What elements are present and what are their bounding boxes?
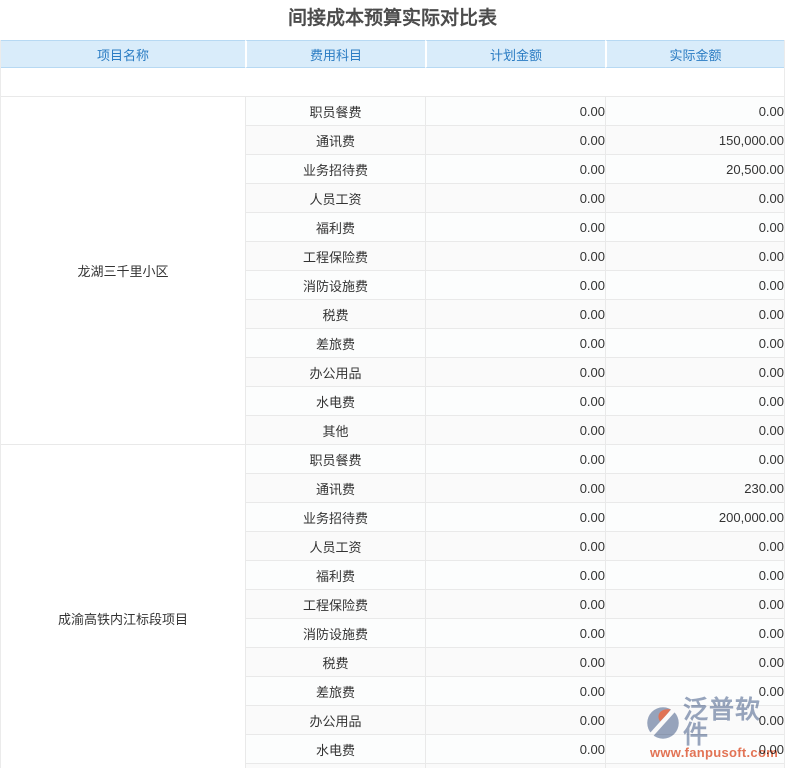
expense-category-cell: 职员餐费 (245, 445, 425, 474)
planned-amount-cell: 0.00 (425, 126, 605, 155)
actual-amount-cell: 0.00 (605, 706, 784, 735)
actual-amount-cell: 0.00 (605, 445, 784, 474)
planned-amount-cell: 0.00 (425, 590, 605, 619)
actual-amount-cell: 0.00 (605, 735, 784, 764)
planned-amount-cell: 0.00 (425, 416, 605, 445)
actual-amount-cell: 0.00 (605, 619, 784, 648)
planned-amount-cell: 0.00 (425, 242, 605, 271)
expense-category-cell: 消防设施费 (245, 271, 425, 300)
expense-category-cell: 水电费 (245, 387, 425, 416)
actual-amount-cell: 0.00 (605, 648, 784, 677)
actual-amount-cell: 0.00 (605, 329, 784, 358)
planned-amount-cell: 0.00 (425, 329, 605, 358)
table-row: 龙湖三千里小区 职员餐费 0.00 0.00 (1, 97, 784, 445)
expense-category-cell: 福利费 (245, 213, 425, 242)
expense-category-cell: 税费 (245, 300, 425, 329)
expense-category-cell: 水电费 (245, 735, 425, 764)
page-title: 间接成本预算实际对比表 (287, 8, 497, 29)
actual-amount-cell: 0.00 (605, 561, 784, 590)
expense-category-cell: 办公用品 (245, 706, 425, 735)
planned-amount-cell: 0.00 (425, 213, 605, 242)
planned-amount-cell: 0.00 (425, 532, 605, 561)
planned-amount-cell: 0.00 (425, 474, 605, 503)
planned-amount-cell: 0.00 (425, 358, 605, 387)
expense-category-cell: 办公用品 (245, 358, 425, 387)
planned-amount-cell: 0.00 (425, 561, 605, 590)
planned-amount-cell: 0.00 (425, 764, 605, 768)
column-header-planned-amount: 计划金额 (425, 40, 605, 68)
expense-category-cell: 其他 (245, 416, 425, 445)
column-header-expense-category: 费用科目 (245, 40, 425, 68)
expense-category-cell: 通讯费 (245, 474, 425, 503)
column-header-actual-amount: 实际金额 (605, 40, 784, 68)
expense-category-cell: 人员工资 (245, 184, 425, 213)
report-page: 间接成本预算实际对比表 项目名称 费用科目 计划金额 实际金额 龙湖三千里小区职… (0, 0, 785, 768)
actual-amount-cell: 0.00 (605, 677, 784, 706)
planned-amount-cell: 0.00 (425, 97, 605, 126)
planned-amount-cell: 0.00 (425, 271, 605, 300)
actual-amount-cell: 0.00 (605, 416, 784, 445)
actual-amount-cell: 0.00 (605, 184, 784, 213)
actual-amount-cell: 0.00 (605, 97, 784, 126)
planned-amount-cell: 0.00 (425, 735, 605, 764)
actual-amount-cell: 0.00 (605, 242, 784, 271)
header-body-gap (1, 68, 784, 97)
expense-category-cell: 工程保险费 (245, 242, 425, 271)
actual-amount-cell: 0.00 (605, 358, 784, 387)
actual-amount-cell: 200,000.00 (605, 503, 784, 532)
planned-amount-cell: 0.00 (425, 677, 605, 706)
project-name-link[interactable]: 龙湖三千里小区 (1, 97, 245, 445)
planned-amount-cell: 0.00 (425, 648, 605, 677)
actual-amount-cell: 230.00 (605, 474, 784, 503)
planned-amount-cell: 0.00 (425, 619, 605, 648)
planned-amount-cell: 0.00 (425, 184, 605, 213)
expense-category-cell: 差旅费 (245, 677, 425, 706)
expense-category-cell: 差旅费 (245, 329, 425, 358)
expense-category-cell: 消防设施费 (245, 619, 425, 648)
expense-category-cell: 工程保险费 (245, 590, 425, 619)
table-row: 成渝高铁内江标段项目 职员餐费 0.00 0.00 (1, 445, 784, 768)
comparison-table: 项目名称 费用科目 计划金额 实际金额 龙湖三千里小区 职员餐费 0.00 0.00 通… (0, 40, 785, 768)
actual-amount-cell: 0.00 (605, 590, 784, 619)
expense-category-cell: 业务招待费 (245, 155, 425, 184)
expense-category-cell: 职员餐费 (245, 97, 425, 126)
table-header: 项目名称 费用科目 计划金额 实际金额 (1, 40, 784, 68)
expense-category-cell: 其他 (245, 764, 425, 768)
actual-amount-cell: 0.00 (605, 764, 784, 768)
planned-amount-cell: 0.00 (425, 155, 605, 184)
column-header-project-name: 项目名称 (1, 40, 245, 68)
expense-category-cell: 人员工资 (245, 532, 425, 561)
actual-amount-cell: 20,500.00 (605, 155, 784, 184)
actual-amount-cell: 0.00 (605, 271, 784, 300)
planned-amount-cell: 0.00 (425, 445, 605, 474)
expense-category-cell: 通讯费 (245, 126, 425, 155)
actual-amount-cell: 0.00 (605, 300, 784, 329)
planned-amount-cell: 0.00 (425, 706, 605, 735)
expense-category-cell: 业务招待费 (245, 503, 425, 532)
actual-amount-cell: 150,000.00 (605, 126, 784, 155)
planned-amount-cell: 0.00 (425, 503, 605, 532)
planned-amount-cell: 0.00 (425, 387, 605, 416)
project-name-link[interactable]: 成渝高铁内江标段项目 (1, 445, 245, 768)
actual-amount-cell: 0.00 (605, 532, 784, 561)
actual-amount-cell: 0.00 (605, 213, 784, 242)
planned-amount-cell: 0.00 (425, 300, 605, 329)
actual-amount-cell: 0.00 (605, 387, 784, 416)
expense-category-cell: 税费 (245, 648, 425, 677)
expense-category-cell: 福利费 (245, 561, 425, 590)
